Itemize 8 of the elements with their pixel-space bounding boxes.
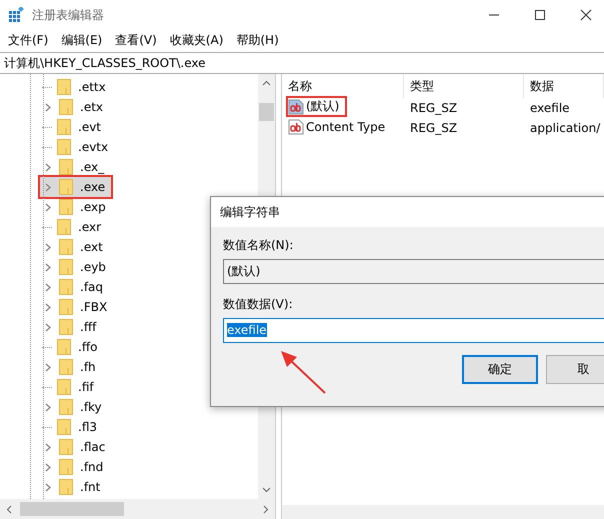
value-data: application/ — [529, 121, 602, 135]
value-type: REG_SZ — [409, 101, 458, 115]
value-data: exefile — [529, 101, 571, 115]
value-type: REG_SZ — [409, 121, 458, 135]
field-label: 数值数据(V): — [223, 296, 293, 313]
dialog-title: 编辑字符串 — [211, 197, 604, 227]
field-label: 数值名称(N): — [223, 237, 294, 254]
window-title: 注册表编辑器 — [32, 6, 104, 24]
